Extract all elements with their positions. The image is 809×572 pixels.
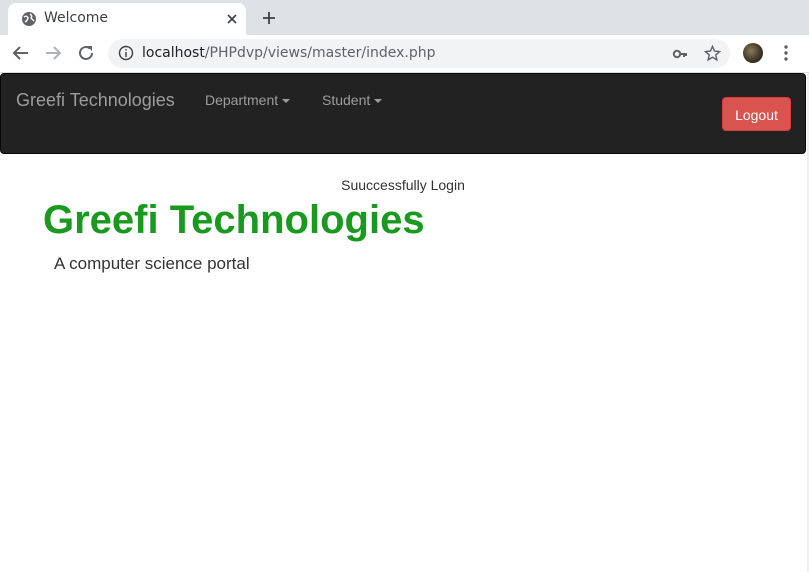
student-dropdown[interactable]: Student (322, 92, 383, 108)
caret-down-icon (282, 99, 291, 104)
address-bar[interactable]: localhost/PHPdvp/views/master/index.php (108, 39, 730, 68)
plus-icon[interactable] (261, 10, 277, 26)
star-icon[interactable] (704, 45, 721, 62)
login-status-message: Suuccessfully Login (341, 177, 465, 193)
caret-down-icon (374, 99, 383, 104)
tab-title: Welcome (44, 10, 109, 26)
url-host: localhost (142, 45, 205, 61)
forward-arrow-icon[interactable] (44, 44, 62, 62)
back-arrow-icon[interactable] (12, 44, 30, 62)
navbar-brand[interactable]: Greefi Technologies (16, 90, 175, 111)
kebab-menu-icon[interactable] (780, 44, 792, 62)
globe-icon (22, 12, 36, 26)
department-label: Department (205, 92, 279, 108)
profile-avatar[interactable] (743, 43, 763, 63)
department-dropdown[interactable]: Department (205, 92, 291, 108)
page-heading: Greefi Technologies (43, 198, 425, 242)
info-icon[interactable] (118, 45, 134, 61)
url-text[interactable]: localhost/PHPdvp/views/master/index.php (142, 45, 435, 61)
url-path: /PHPdvp/views/master/index.php (204, 45, 436, 61)
student-label: Student (322, 92, 371, 108)
close-icon[interactable] (224, 11, 240, 27)
reload-icon[interactable] (77, 44, 95, 62)
browser-toolbar: localhost/PHPdvp/views/master/index.php (0, 35, 809, 73)
key-icon[interactable] (672, 46, 688, 62)
logout-button[interactable]: Logout (722, 97, 791, 131)
site-navbar: Greefi Technologies Department Student L… (0, 73, 806, 154)
page-tagline: A computer science portal (54, 254, 250, 273)
browser-tab[interactable]: Welcome (8, 3, 246, 35)
browser-tab-strip: Welcome (0, 0, 809, 35)
